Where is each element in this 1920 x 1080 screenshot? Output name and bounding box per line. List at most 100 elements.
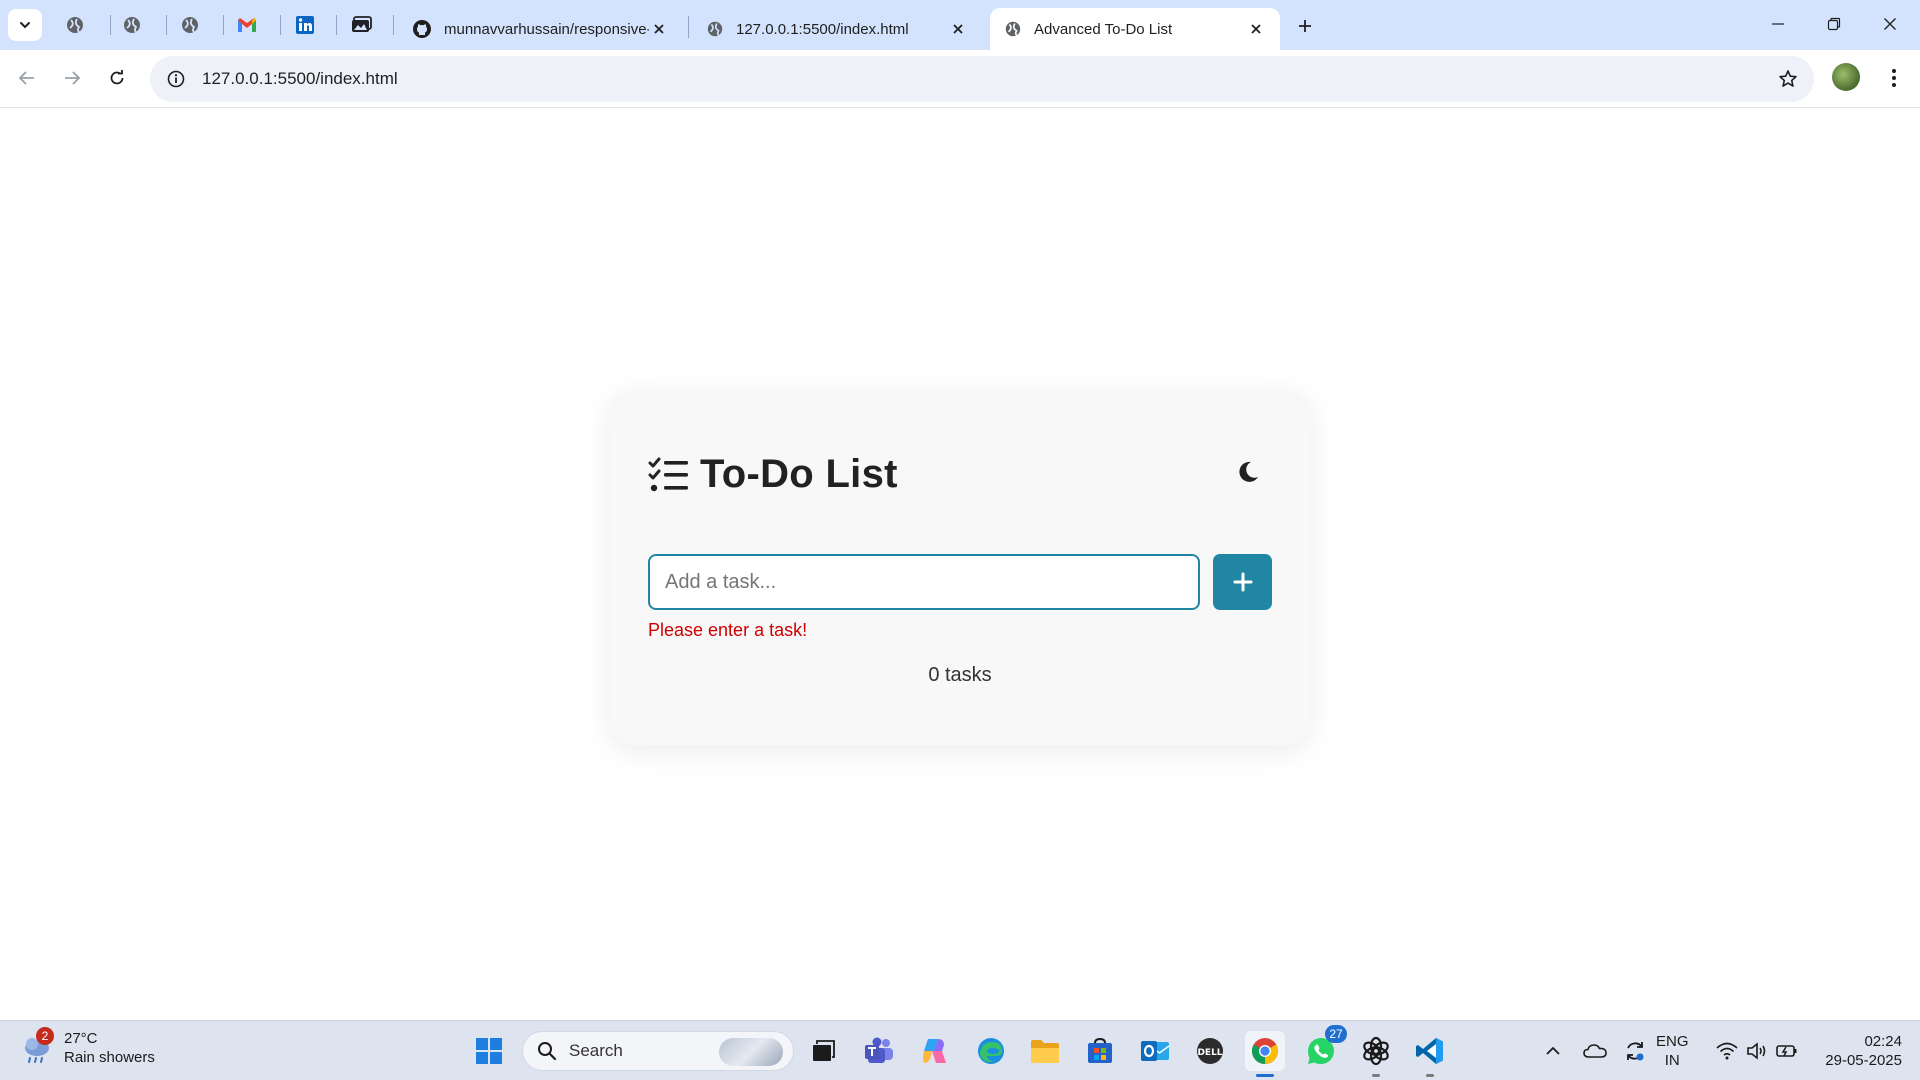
pinned-tab-1[interactable] [55,9,95,41]
tab-advanced-todo[interactable]: Advanced To-Do List [990,8,1280,50]
clock-date: 29-05-2025 [1825,1052,1902,1069]
info-icon [167,70,185,88]
globe-icon [124,17,140,33]
globe-icon [67,17,83,33]
taskbar-whatsapp[interactable]: 27 [1301,1025,1347,1071]
more-vert-icon [1892,69,1896,87]
language-indicator[interactable]: ENG IN [1656,1032,1689,1070]
task-input[interactable] [648,554,1200,610]
theme-toggle-button[interactable] [1230,454,1266,490]
arrow-right-icon [65,71,81,85]
checklist-icon [648,457,688,491]
taskbar-vscode[interactable] [1410,1031,1450,1077]
weather-widget[interactable]: 2 27°C Rain showers [20,1027,155,1067]
weather-temp: 27°C [64,1030,98,1047]
todo-card: To-Do List Please enter a task! 0 tasks [610,390,1310,745]
restore-button[interactable] [1806,0,1862,48]
start-button[interactable] [469,1031,509,1071]
todo-header: To-Do List [648,452,898,497]
tab-search-button[interactable] [8,9,42,41]
close-icon [654,24,664,34]
taskbar-store[interactable] [1080,1031,1120,1071]
close-icon [1884,18,1896,30]
tab-close-button[interactable] [1246,19,1266,39]
globe-icon [182,17,198,33]
taskbar-clock[interactable]: 02:24 29-05-2025 [1810,1032,1902,1070]
plus-icon [1299,20,1311,32]
tab-close-button[interactable] [948,19,968,39]
moon-icon [1239,461,1258,482]
pinned-tab-2[interactable] [112,9,152,41]
bookmark-button[interactable] [1776,67,1800,91]
onedrive-tray-button[interactable] [1580,1031,1610,1071]
search-icon [538,1042,557,1061]
pinned-tab-photos[interactable] [342,9,382,41]
taskbar-edge[interactable] [971,1031,1011,1071]
show-hidden-icons-button[interactable] [1540,1031,1566,1071]
plus-icon [1233,572,1252,592]
pinned-tab-gmail[interactable] [227,9,267,41]
sync-icon [1627,1042,1644,1061]
windows-icon [476,1038,502,1064]
taskbar-dell[interactable]: DELL [1190,1031,1230,1071]
tab-localhost[interactable]: 127.0.0.1:5500/index.html [692,8,982,50]
wifi-icon [1716,1042,1738,1060]
volume-icon [1747,1042,1766,1060]
star-icon [1779,70,1797,87]
quick-settings-button[interactable] [1712,1031,1802,1071]
rain-cloud-icon: 2 [20,1027,54,1065]
minimize-button[interactable] [1750,0,1806,48]
github-icon [413,20,431,38]
chrome-icon [1251,1038,1279,1065]
running-indicator [1426,1074,1434,1077]
tab-close-button[interactable] [649,19,669,39]
pinned-tab-3[interactable] [170,9,210,41]
new-tab-button[interactable] [1290,11,1320,41]
taskbar-teams[interactable] [859,1031,899,1071]
tab-github[interactable]: munnavvarhussain/responsive- [398,8,683,50]
linkedin-icon [296,16,314,34]
address-bar[interactable]: 127.0.0.1:5500/index.html [150,56,1814,102]
search-highlight-image [719,1038,783,1066]
photos-icon [352,16,372,32]
active-indicator [1256,1074,1274,1077]
store-icon [1088,1037,1112,1063]
close-icon [1251,24,1261,34]
taskbar-copilot[interactable] [915,1031,955,1071]
close-icon [953,24,963,34]
folder-icon [1031,1040,1059,1063]
minimize-icon [1772,23,1784,25]
error-message: Please enter a task! [648,620,808,640]
globe-icon [707,21,723,37]
clock-time: 02:24 [1864,1033,1902,1050]
pinned-tab-linkedin[interactable] [285,9,325,41]
taskbar-task-view[interactable] [803,1031,843,1071]
taskbar-outlook[interactable] [1135,1031,1175,1071]
reload-button[interactable] [100,61,134,95]
chevron-up-icon [1546,1046,1560,1055]
task-view-icon [813,1040,835,1061]
add-task-button[interactable] [1213,554,1272,610]
taskbar-file-explorer[interactable] [1025,1031,1065,1071]
taskbar-search[interactable]: Search [522,1031,794,1071]
sync-tray-button[interactable] [1620,1031,1650,1071]
restore-icon [1827,17,1841,31]
close-window-button[interactable] [1862,0,1918,48]
forward-button[interactable] [55,61,89,95]
back-button[interactable] [10,61,44,95]
gmail-icon [238,18,256,32]
tab-title: 127.0.0.1:5500/index.html [736,20,909,38]
svg-text:DELL: DELL [1197,1048,1222,1058]
edge-icon [978,1038,1004,1064]
site-info-button[interactable] [154,56,198,102]
language-region: IN [1664,1052,1680,1069]
profile-avatar[interactable] [1832,63,1860,91]
taskbar-chatgpt[interactable] [1356,1031,1396,1077]
browser-menu-button[interactable] [1880,63,1908,93]
running-indicator [1372,1074,1380,1077]
tab-title: munnavvarhussain/responsive- [444,20,649,38]
taskbar-chrome[interactable] [1245,1031,1285,1077]
vscode-icon [1416,1038,1443,1064]
browser-toolbar: 127.0.0.1:5500/index.html [0,50,1920,108]
chevron-down-icon [20,22,30,29]
